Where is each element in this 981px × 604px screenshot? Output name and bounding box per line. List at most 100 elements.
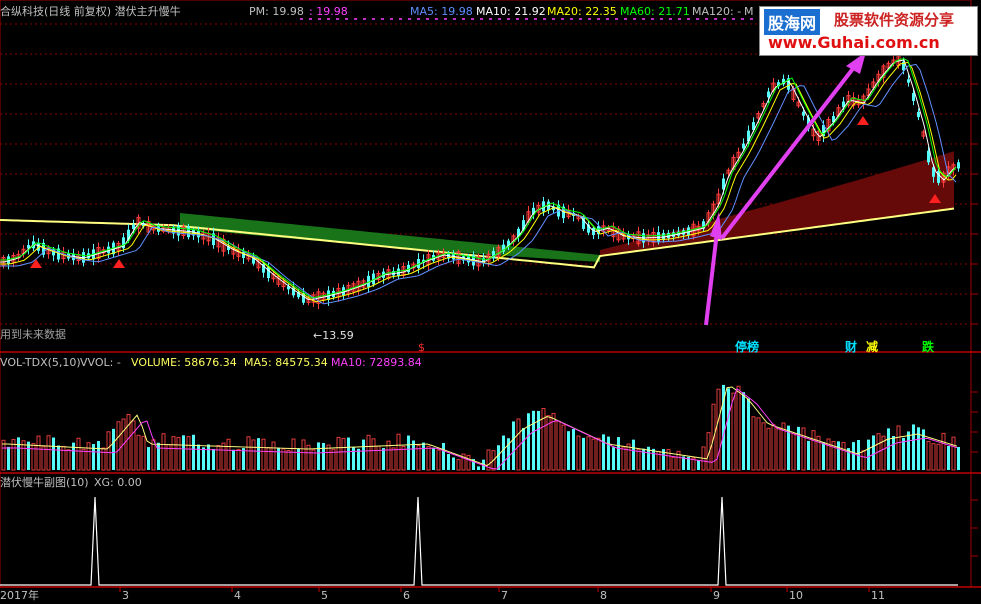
volume-bar: [221, 442, 226, 471]
volume-bar: [171, 436, 176, 471]
volume-bar: [46, 435, 51, 471]
volume-bar: [362, 439, 365, 470]
marker-dot: [444, 18, 447, 20]
volume-bar: [266, 447, 271, 471]
volume-bar: [621, 446, 626, 471]
volume-bar: [896, 425, 901, 471]
volume-bar: [101, 447, 106, 471]
volume-bar: [301, 439, 306, 471]
marker-dot: [597, 18, 600, 20]
volume-bar: [147, 447, 150, 470]
volume-bar: [477, 466, 480, 470]
volume-bar: [776, 428, 781, 471]
volume-bar: [161, 433, 166, 471]
xg-value: XG: 0.00: [94, 476, 142, 489]
marker-dot: [561, 18, 564, 20]
volume-indicator-name: VOL-TDX(5,10): [0, 356, 81, 369]
volume-bar: [7, 446, 10, 470]
volume-bar: [617, 437, 620, 470]
marker-dot: [363, 18, 366, 20]
marker-dot: [588, 18, 591, 20]
marker-dot: [471, 18, 474, 20]
marker-dot: [642, 18, 645, 20]
volume-bar: [106, 431, 111, 471]
time-axis-label: 6: [403, 589, 410, 602]
volume-bar: [807, 440, 810, 470]
volume-bar: [791, 432, 796, 471]
candle-body: [907, 79, 910, 83]
marker-dot: [480, 18, 483, 20]
volume-bar: [576, 435, 581, 471]
volume-bar: [216, 445, 221, 471]
marker-dot: [489, 18, 492, 20]
volume-bar: [376, 445, 381, 471]
volume-bar: [697, 459, 700, 470]
volume-bar: [112, 428, 115, 470]
volume-bar: [957, 446, 960, 470]
stock-chart-canvas[interactable]: [0, 0, 981, 604]
time-axis-label: 5: [321, 589, 328, 602]
candle-body: [802, 111, 805, 116]
time-axis-label: 2017年: [0, 589, 39, 602]
volume-bar: [341, 437, 346, 471]
marker-dot: [309, 18, 312, 20]
volume-bar: [257, 438, 260, 470]
volume-bar: [197, 444, 200, 470]
volume-bar: [607, 436, 610, 470]
marker-dot: [372, 18, 375, 20]
time-axis-label: 4: [234, 589, 241, 602]
marker-dot: [345, 18, 348, 20]
volume-bar: [261, 438, 266, 471]
volume-bar: [186, 436, 191, 471]
candlesticks: [1, 53, 960, 310]
volume-bar: [556, 420, 561, 471]
candle-body: [917, 111, 920, 118]
vvol-value: VVOL: -: [80, 356, 121, 369]
marker-dot: [525, 18, 528, 20]
marker-dot: [399, 18, 402, 20]
volume-bar: [837, 441, 840, 470]
buy-signal-triangle: [113, 259, 125, 268]
site-url[interactable]: www.Guhai.com.cn: [768, 33, 940, 52]
volume-bar: [736, 385, 741, 471]
volume-bar: [81, 448, 86, 471]
event-tag[interactable]: 跌: [922, 338, 934, 355]
volume-bar: [867, 439, 870, 470]
volume-bar: [116, 421, 121, 471]
watermark-logo[interactable]: 股海网 股票软件资源分享 www.Guhai.com.cn: [759, 6, 978, 56]
volume-bar: [382, 448, 385, 470]
volume-bar: [771, 424, 776, 471]
marker-dot: [624, 18, 627, 20]
volume-bar: [602, 434, 605, 470]
volume-bar: [591, 438, 596, 471]
pm-value: : 19.98: [309, 5, 348, 18]
marker-dot: [462, 18, 465, 20]
marker-dot: [696, 18, 699, 20]
event-tag[interactable]: 减: [866, 338, 878, 355]
ma20-value: MA20: 22.35: [547, 5, 617, 18]
volume-bar: [801, 427, 806, 471]
volume-bar: [941, 432, 946, 471]
event-tag[interactable]: 财: [845, 338, 857, 355]
chart-title: 合纵科技(日线 前复权) 潜伏主升慢牛: [0, 5, 181, 18]
marker-dot: [417, 18, 420, 20]
volume-bar: [572, 429, 575, 470]
candle-body: [927, 150, 930, 163]
volume-bar: [422, 442, 425, 470]
volume-bar: [336, 436, 341, 471]
marker-dot: [498, 18, 501, 20]
volume-bar: [442, 442, 445, 470]
volume-bar: [652, 448, 655, 470]
ma-extra-value: M: [744, 5, 754, 18]
volume-bar: [407, 435, 410, 470]
volume-bar: [567, 431, 570, 470]
volume-bar: [136, 434, 141, 471]
event-tag[interactable]: 停榜: [735, 338, 759, 355]
marker-dot: [552, 18, 555, 20]
marker-dot: [336, 18, 339, 20]
volume-bar: [512, 421, 515, 470]
marker-dot: [741, 18, 744, 20]
volume-bars: [1, 384, 960, 471]
volume-bar: [426, 445, 431, 471]
volume-bar: [1, 439, 6, 471]
